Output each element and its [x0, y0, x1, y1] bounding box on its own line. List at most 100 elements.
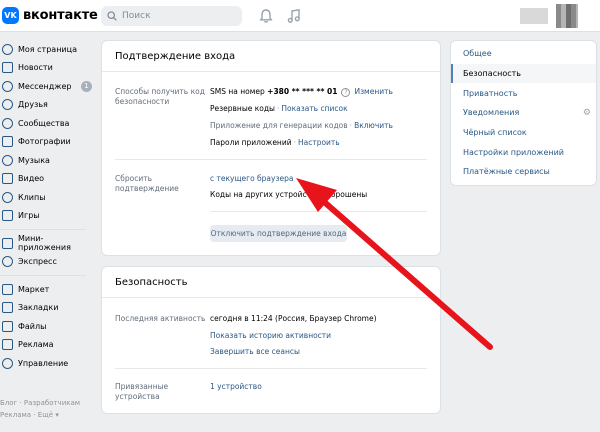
nav-label: Экспресс	[18, 257, 57, 267]
nav-label: Моя страница	[18, 44, 77, 54]
notifications-label: Уведомления	[463, 108, 520, 118]
nav-label: Мини-приложения	[18, 234, 71, 253]
nav-news[interactable]: Новости	[0, 59, 96, 78]
nav-label: Закладки	[18, 303, 59, 313]
nav-divider	[0, 229, 86, 230]
search-icon	[107, 11, 117, 21]
vk-logo-icon: VK	[2, 7, 19, 24]
section-divider	[115, 159, 427, 160]
nav-music[interactable]: Музыка	[0, 151, 96, 170]
nav-friends[interactable]: Друзья	[0, 96, 96, 115]
reset-label: Сбросить подтверждение	[115, 174, 179, 193]
disable-confirmation-button[interactable]: Отключить подтверждение входа	[210, 225, 347, 242]
settings-general[interactable]: Общее	[451, 44, 596, 64]
security-panel: Безопасность Последняя активность сегодн…	[101, 266, 441, 414]
search-input[interactable]	[122, 11, 232, 21]
nav-label: Музыка	[18, 155, 50, 165]
settings-notifications[interactable]: Уведомления ⚙	[451, 103, 596, 123]
nav-photos[interactable]: Фотографии	[0, 133, 96, 152]
vk-logo[interactable]: VK вконтакте	[2, 7, 98, 24]
nav-files[interactable]: Файлы	[0, 317, 96, 336]
nav-messenger[interactable]: Мессенджер 1	[0, 77, 96, 96]
music-icon	[2, 154, 13, 166]
games-icon	[2, 210, 13, 222]
unread-badge: 1	[81, 80, 92, 92]
generator-label: Приложение для генерации кодов	[210, 121, 348, 130]
login-confirmation-panel: Подтверждение входа Способы получить код…	[101, 40, 441, 256]
nav-divider	[0, 275, 86, 276]
music-note-icon[interactable]	[286, 8, 302, 24]
ads-icon	[2, 339, 13, 351]
settings-payments[interactable]: Платёжные сервисы	[451, 162, 596, 182]
footer-line-2[interactable]: Реклама · Ещё ▾	[0, 409, 96, 421]
enable-link[interactable]: Включить	[354, 121, 393, 130]
configure-link[interactable]: Настроить	[298, 138, 340, 147]
reset-current-browser-link[interactable]: с текущего браузера	[210, 174, 293, 183]
nav-manage[interactable]: Управление	[0, 354, 96, 373]
nav-games[interactable]: Игры	[0, 207, 96, 226]
footer-line-1[interactable]: Блог · Разработчикам	[0, 397, 96, 409]
panel-title: Безопасность	[102, 267, 440, 298]
last-activity-value: сегодня в 11:24 (Россия, Браузер Chrome)	[210, 314, 377, 323]
panel-title: Подтверждение входа	[102, 41, 440, 72]
express-icon	[2, 256, 13, 268]
nav-clips[interactable]: Клипы	[0, 188, 96, 207]
nav-label: Клипы	[18, 192, 46, 202]
files-icon	[2, 320, 13, 332]
bell-icon[interactable]	[258, 8, 274, 24]
help-icon[interactable]: ?	[341, 88, 351, 97]
top-bar: VK вконтакте	[0, 0, 600, 32]
nav-communities[interactable]: Сообщества	[0, 114, 96, 133]
gear-icon[interactable]: ⚙	[583, 108, 591, 118]
last-activity-label: Последняя активность	[115, 314, 206, 323]
backup-label: Резервные коды	[210, 104, 275, 113]
search-box[interactable]	[101, 6, 242, 26]
generator-row: Приложение для генерации кодов · Включить	[210, 121, 393, 130]
change-link[interactable]: Изменить	[354, 87, 392, 96]
left-nav: Моя страница Новости Мессенджер 1 Друзья …	[0, 40, 96, 373]
nav-label: Новости	[18, 63, 53, 73]
nav-label: Сообщества	[18, 118, 70, 128]
news-icon	[2, 62, 13, 74]
market-icon	[2, 283, 13, 295]
nav-bookmarks[interactable]: Закладки	[0, 299, 96, 318]
section-divider	[115, 368, 427, 369]
settings-blacklist[interactable]: Чёрный список	[451, 123, 596, 143]
linked-devices-label: Привязанные устройства	[115, 382, 169, 401]
groups-icon	[2, 117, 13, 129]
friends-icon	[2, 99, 13, 111]
nav-express[interactable]: Экспресс	[0, 253, 96, 272]
logo-text: вконтакте	[23, 8, 98, 23]
devices-link[interactable]: 1 устройство	[210, 382, 262, 391]
photo-icon	[2, 136, 13, 148]
sms-prefix: SMS на номер	[210, 87, 268, 96]
nav-label: Файлы	[18, 321, 47, 331]
nav-market[interactable]: Маркет	[0, 280, 96, 299]
nav-my-page[interactable]: Моя страница	[0, 40, 96, 59]
show-activity-history-link[interactable]: Показать историю активности	[210, 331, 331, 340]
nav-label: Мессенджер	[18, 81, 72, 91]
nav-label: Реклама	[18, 340, 54, 350]
app-passwords-row: Пароли приложений · Настроить	[210, 138, 340, 147]
avatar[interactable]	[556, 4, 578, 28]
sms-row: SMS на номер +380 ** *** ** 01? Изменить	[210, 87, 393, 97]
nav-mini-apps[interactable]: Мини-приложения	[0, 234, 96, 253]
nav-label: Фотографии	[18, 137, 71, 147]
backup-codes-row: Резервные коды · Показать список	[210, 104, 348, 113]
nav-label: Игры	[18, 211, 40, 221]
nav-ads[interactable]: Реклама	[0, 336, 96, 355]
bookmarks-icon	[2, 302, 13, 314]
app-passwords-label: Пароли приложений	[210, 138, 292, 147]
user-icon	[2, 43, 13, 55]
settings-security[interactable]: Безопасность	[451, 63, 596, 84]
sms-number: +380 ** *** ** 01	[267, 87, 338, 96]
show-list-link[interactable]: Показать список	[281, 104, 347, 113]
nav-video[interactable]: Видео	[0, 170, 96, 189]
chat-icon	[2, 80, 13, 92]
footer-links: Блог · Разработчикам Реклама · Ещё ▾	[0, 397, 96, 421]
settings-privacy[interactable]: Приватность	[451, 83, 596, 103]
settings-apps[interactable]: Настройки приложений	[451, 142, 596, 162]
profile-name-blurred[interactable]	[520, 8, 548, 24]
end-all-sessions-link[interactable]: Завершить все сеансы	[210, 347, 300, 356]
apps-icon	[2, 237, 13, 249]
